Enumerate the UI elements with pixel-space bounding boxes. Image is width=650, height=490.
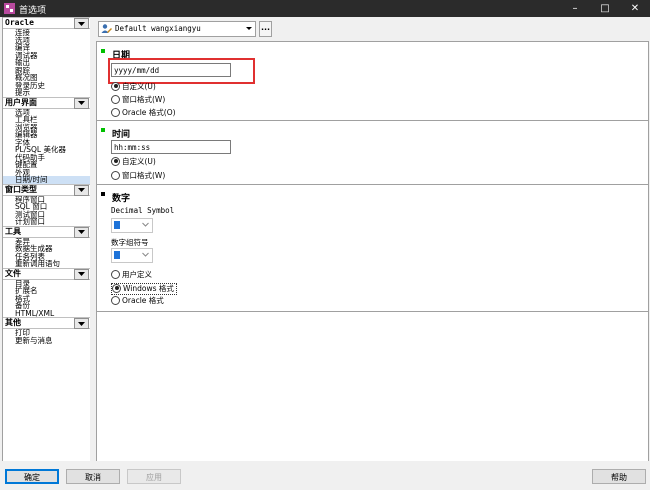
sidebar-item[interactable]: 更新与消息 bbox=[3, 336, 90, 345]
group-title: 文件 bbox=[5, 268, 21, 278]
decimal-symbol-label: Decimal Symbol bbox=[111, 206, 175, 215]
sidebar-item[interactable]: 重新调用语句 bbox=[3, 260, 90, 268]
collapse-button[interactable] bbox=[74, 268, 89, 280]
profile-name: Default wangxiangyu bbox=[115, 24, 201, 33]
radio-label: Windows 格式 bbox=[123, 284, 174, 293]
collapse-button[interactable] bbox=[74, 18, 89, 29]
date-radio-custom[interactable]: 自定义(U) bbox=[111, 81, 156, 92]
minimize-button[interactable]: – bbox=[560, 0, 590, 17]
collapse-button[interactable] bbox=[74, 97, 89, 109]
number-section: 数字 Decimal Symbol 数字组符号 用户定义 Windows 格式 … bbox=[97, 184, 648, 312]
number-radio-user[interactable]: 用户定义 bbox=[111, 269, 152, 280]
radio-label: 用户定义 bbox=[122, 270, 152, 279]
decimal-symbol-select[interactable] bbox=[111, 218, 153, 233]
group-header-files[interactable]: 文件 bbox=[3, 267, 90, 280]
ok-button[interactable]: 确定 bbox=[5, 469, 59, 484]
radio-label: 窗口格式(W) bbox=[122, 171, 166, 180]
group-title: 工具 bbox=[5, 226, 21, 236]
date-radio-oracle[interactable]: Oracle 格式(O) bbox=[111, 107, 176, 118]
radio-selected-icon bbox=[111, 81, 120, 91]
chevron-down-icon bbox=[78, 272, 85, 276]
title-bar: 首选项 – □ ✕ bbox=[0, 0, 650, 17]
group-title: Oracle bbox=[5, 18, 34, 27]
group-header-ui[interactable]: 用户界面 bbox=[3, 96, 90, 109]
color-swatch bbox=[114, 221, 120, 229]
collapse-button[interactable] bbox=[74, 226, 89, 238]
chevron-down-icon bbox=[78, 230, 85, 234]
profile-options-button[interactable]: ... bbox=[259, 21, 272, 37]
sidebar-item-selected[interactable]: 日期/时间 bbox=[3, 176, 90, 184]
profile-toolbar: Default wangxiangyu ... bbox=[96, 17, 650, 41]
chevron-down-icon bbox=[142, 222, 149, 227]
collapse-button[interactable] bbox=[74, 184, 89, 196]
time-radio-windows[interactable]: 窗口格式(W) bbox=[111, 170, 166, 181]
time-radio-custom[interactable]: 自定义(U) bbox=[111, 156, 156, 167]
section-marker-icon bbox=[101, 192, 105, 196]
time-section: 时间 hh:mm:ss 自定义(U) 窗口格式(W) bbox=[97, 120, 648, 185]
cancel-button[interactable]: 取消 bbox=[66, 469, 120, 484]
radio-label: Oracle 格式 bbox=[122, 296, 164, 305]
dialog-button-bar: 确定 取消 应用 帮助 bbox=[0, 461, 650, 490]
group-symbol-label: 数字组符号 bbox=[111, 238, 149, 247]
chevron-down-icon bbox=[78, 321, 85, 326]
group-header-other[interactable]: 其他 bbox=[3, 317, 90, 329]
number-radio-oracle[interactable]: Oracle 格式 bbox=[111, 295, 164, 306]
date-section: 日期 yyyy/mm/dd 自定义(U) 窗口格式(W) Oracle 格式(O… bbox=[97, 42, 648, 120]
radio-icon bbox=[111, 295, 120, 305]
radio-icon bbox=[111, 94, 120, 104]
chevron-down-icon bbox=[78, 101, 85, 105]
app-icon bbox=[4, 3, 15, 14]
chevron-down-icon bbox=[78, 188, 85, 192]
group-symbol-select[interactable] bbox=[111, 248, 153, 263]
chevron-down-icon bbox=[142, 252, 149, 257]
section-marker-icon bbox=[101, 49, 105, 53]
radio-icon bbox=[111, 269, 120, 279]
help-button[interactable]: 帮助 bbox=[592, 469, 646, 484]
group-title: 其他 bbox=[5, 318, 21, 327]
color-swatch bbox=[114, 251, 120, 259]
radio-label: Oracle 格式(O) bbox=[122, 108, 176, 117]
group-header-window-types[interactable]: 窗口类型 bbox=[3, 183, 90, 196]
radio-label: 自定义(U) bbox=[122, 82, 156, 91]
radio-label: 自定义(U) bbox=[122, 157, 156, 166]
group-title: 用户界面 bbox=[5, 97, 37, 107]
date-radio-windows[interactable]: 窗口格式(W) bbox=[111, 94, 166, 105]
apply-button[interactable]: 应用 bbox=[127, 469, 181, 484]
sidebar-item[interactable]: 计划窗口 bbox=[3, 218, 90, 226]
radio-label: 窗口格式(W) bbox=[122, 95, 166, 104]
splitter[interactable] bbox=[90, 17, 95, 461]
profile-select[interactable]: Default wangxiangyu bbox=[98, 21, 256, 37]
chevron-down-icon bbox=[78, 21, 85, 26]
number-radio-windows[interactable]: Windows 格式 bbox=[111, 283, 177, 295]
chevron-down-icon bbox=[246, 27, 252, 30]
sidebar-item[interactable]: HTML/XML bbox=[3, 309, 90, 318]
group-header-oracle[interactable]: Oracle bbox=[3, 17, 90, 29]
category-sidebar: Oracle 连接 选项 编译 调试器 输出 跟踪 概况图 登录历史 提示 用户… bbox=[2, 17, 91, 462]
user-profile-icon bbox=[101, 24, 112, 33]
section-title: 数字 bbox=[112, 194, 131, 204]
group-header-tools[interactable]: 工具 bbox=[3, 225, 90, 238]
time-format-input[interactable]: hh:mm:ss bbox=[111, 140, 231, 154]
window-title: 首选项 bbox=[19, 6, 47, 16]
section-marker-icon bbox=[101, 128, 105, 132]
section-title: 时间 bbox=[112, 130, 131, 140]
radio-icon bbox=[111, 107, 120, 117]
highlight-box bbox=[108, 58, 255, 84]
collapse-button[interactable] bbox=[74, 318, 89, 329]
group-title: 窗口类型 bbox=[5, 184, 37, 194]
sidebar-item[interactable]: 提示 bbox=[3, 89, 90, 97]
settings-panel: 日期 yyyy/mm/dd 自定义(U) 窗口格式(W) Oracle 格式(O… bbox=[96, 41, 649, 463]
radio-selected-icon bbox=[111, 156, 120, 166]
close-button[interactable]: ✕ bbox=[620, 0, 650, 17]
radio-selected-icon bbox=[112, 283, 121, 293]
maximize-button[interactable]: □ bbox=[590, 0, 620, 17]
radio-icon bbox=[111, 170, 120, 180]
